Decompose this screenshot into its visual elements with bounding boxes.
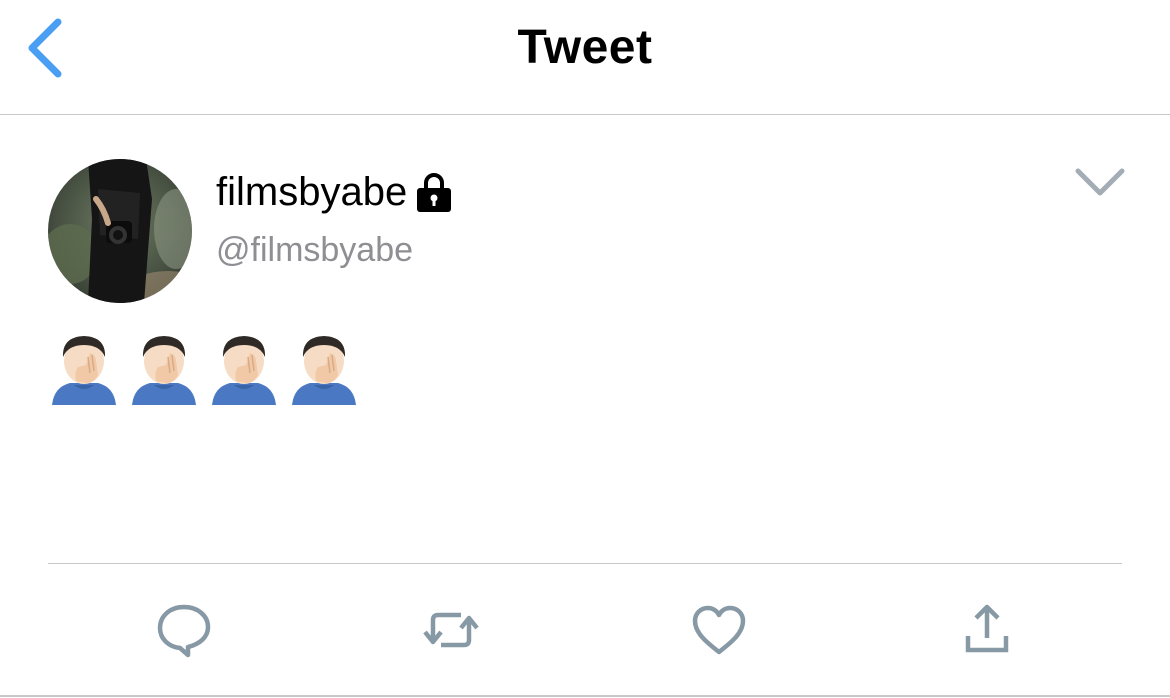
facepalm-emoji	[132, 336, 196, 405]
avatar[interactable]	[48, 159, 192, 303]
chevron-down-icon	[1075, 168, 1125, 196]
facepalm-emoji	[212, 336, 276, 405]
lock-icon	[415, 171, 453, 213]
retweet-icon	[423, 612, 479, 648]
tweet-actions	[0, 590, 1170, 670]
share-icon	[965, 604, 1009, 653]
page-title: Tweet	[517, 21, 653, 74]
bottom-separator	[0, 695, 1170, 697]
tweet-text: 🤦🏻‍♂️🤦🏻‍♂️🤦🏻‍♂️🤦🏻‍♂️	[50, 331, 358, 405]
tweet-menu-button[interactable]	[1074, 165, 1126, 199]
tweet-detail: filmsbyabe @filmsbyabe 🤦🏻‍♂️🤦🏻‍♂️🤦🏻‍♂️🤦🏻…	[0, 115, 1170, 698]
display-name[interactable]: filmsbyabe	[216, 170, 407, 215]
reply-icon	[157, 604, 211, 658]
emoji-row	[50, 331, 358, 405]
share-button[interactable]	[957, 602, 1017, 658]
retweet-button[interactable]	[421, 602, 481, 658]
user-handle[interactable]: @filmsbyabe	[216, 231, 413, 270]
nav-bar: Tweet	[0, 0, 1170, 115]
facepalm-emoji	[292, 336, 356, 405]
like-button[interactable]	[689, 602, 749, 658]
reply-button[interactable]	[154, 602, 214, 658]
avatar-image	[48, 159, 192, 303]
divider	[48, 563, 1122, 564]
heart-icon	[692, 605, 746, 655]
facepalm-emoji	[52, 336, 116, 405]
name-row: filmsbyabe	[216, 167, 453, 217]
